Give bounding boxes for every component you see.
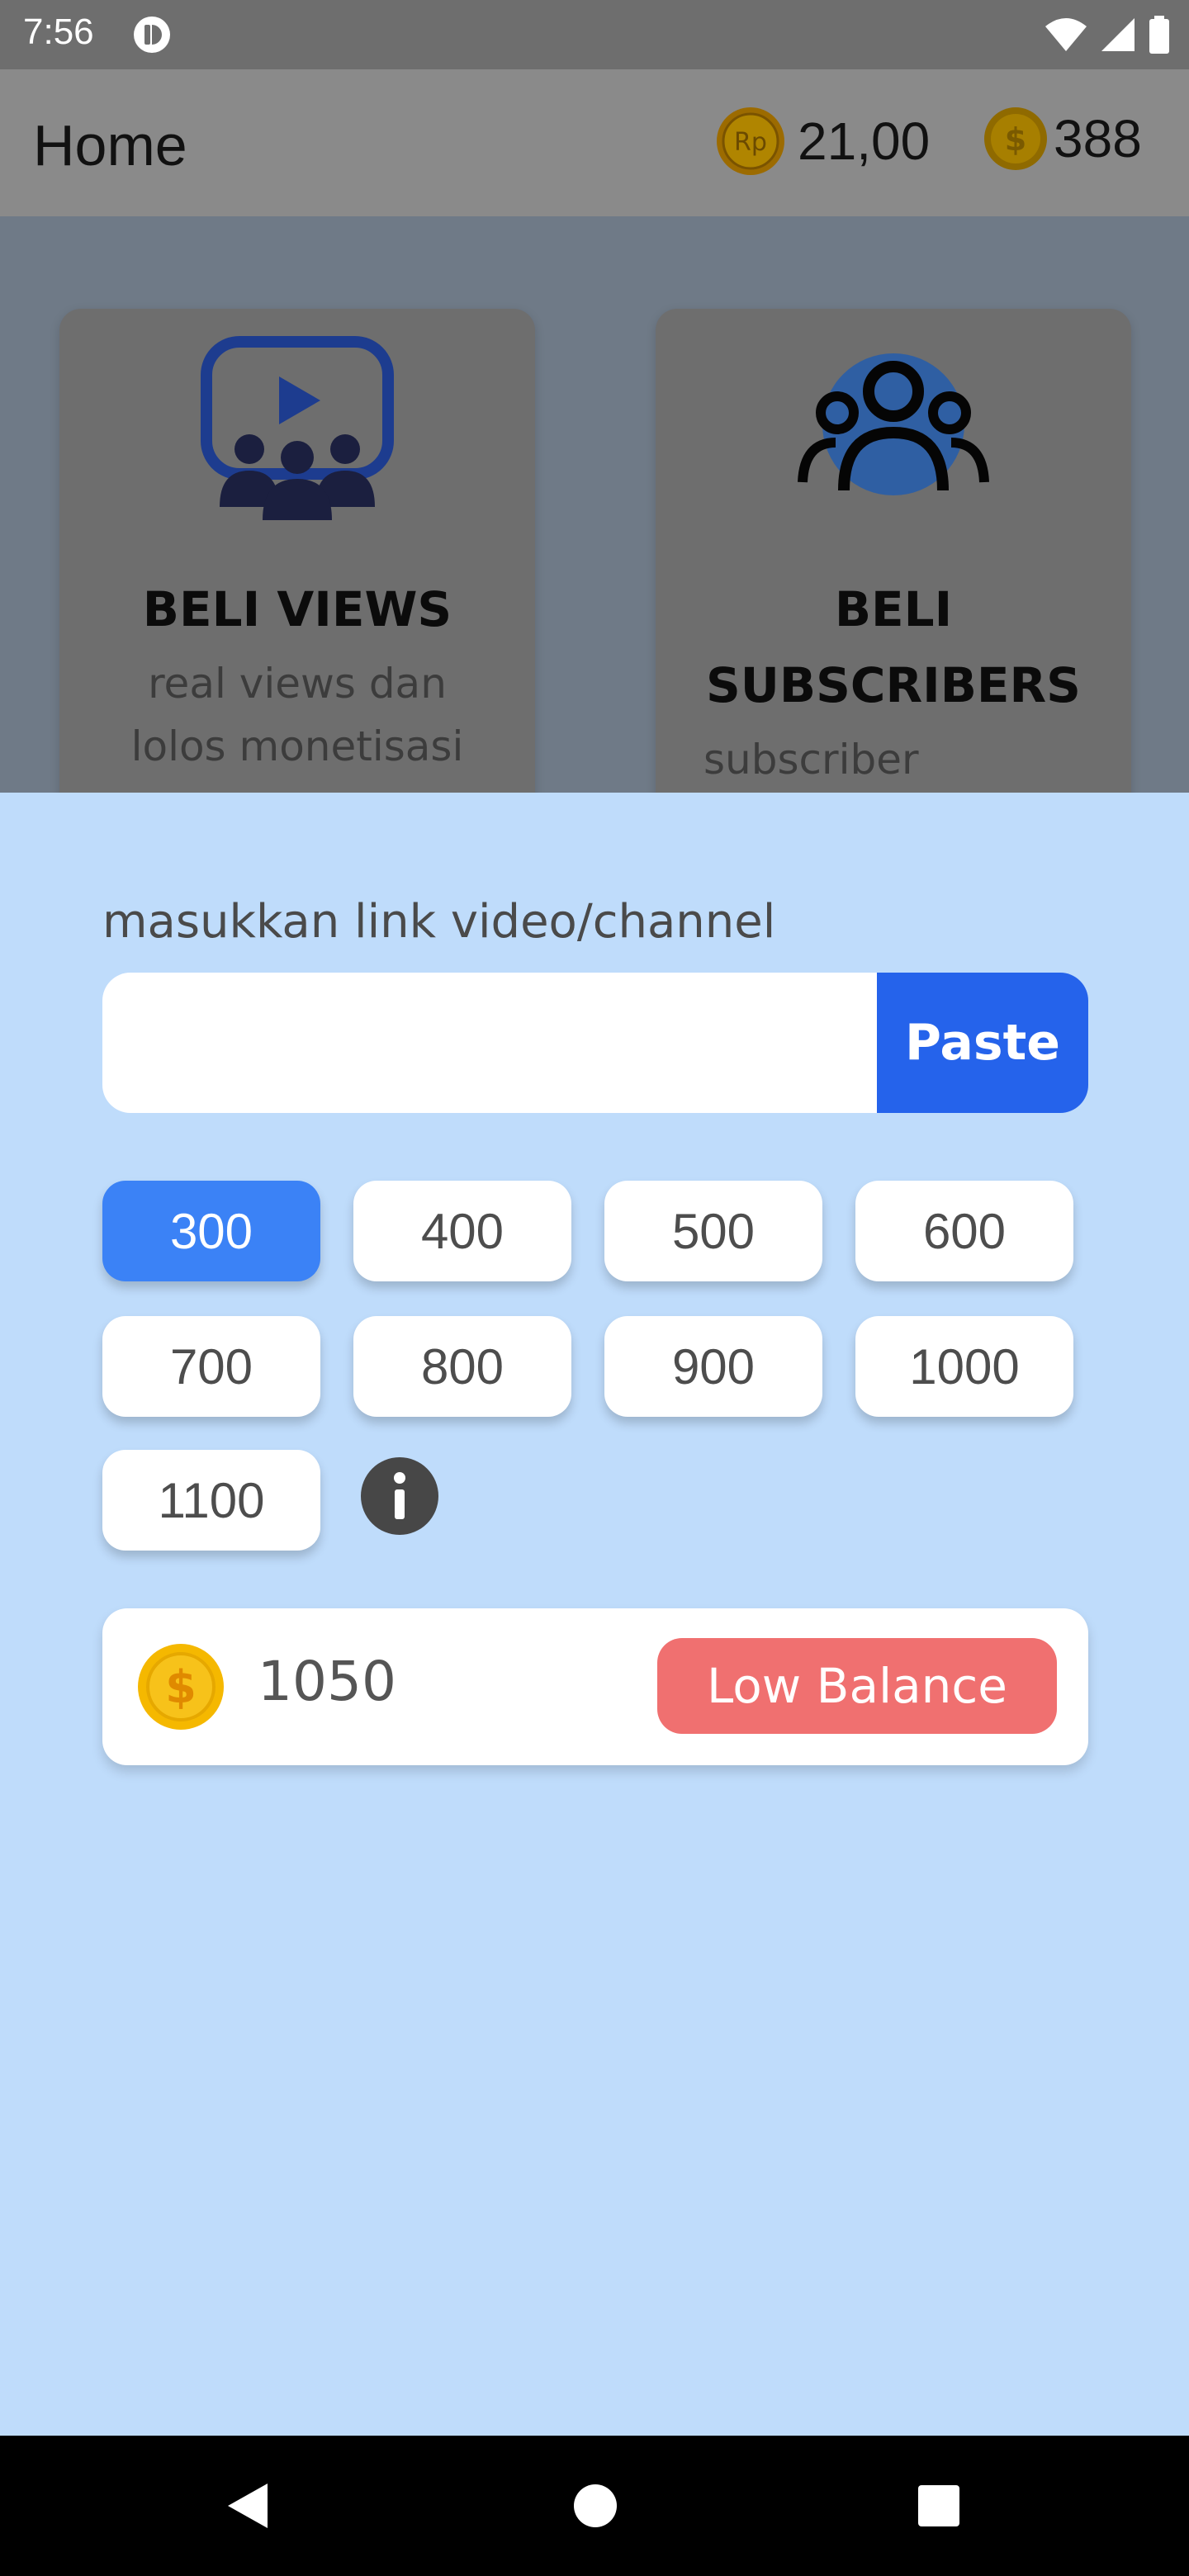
- amount-option-1100[interactable]: 1100: [102, 1450, 320, 1551]
- card-desc-line: lolos monetisasi: [130, 722, 464, 770]
- recents-icon[interactable]: [910, 2477, 968, 2535]
- rp-balance: Rp 21,00: [715, 106, 930, 177]
- card-title-line: SUBSCRIBERS: [706, 657, 1081, 713]
- amount-option-900[interactable]: 900: [604, 1316, 822, 1417]
- signal-icon: [1101, 18, 1135, 51]
- status-bar: 7:56: [0, 0, 1189, 69]
- app-bar: Home Rp 21,00 $ 388: [0, 69, 1189, 216]
- coin-balance: $ 388: [983, 106, 1142, 172]
- amount-option-300[interactable]: 300: [102, 1181, 320, 1281]
- dollar-coin-icon: $: [984, 107, 1047, 170]
- card-description: subscriber: [703, 736, 919, 784]
- svg-text:$: $: [1005, 121, 1026, 158]
- amount-option-600[interactable]: 600: [855, 1181, 1073, 1281]
- rp-balance-value: 21,00: [798, 111, 931, 171]
- cost-summary: $ 1050 Low Balance: [102, 1608, 1088, 1765]
- card-desc-line: real views dan: [148, 660, 447, 708]
- home-icon[interactable]: [566, 2477, 624, 2535]
- battery-icon: [1149, 16, 1169, 54]
- low-balance-button[interactable]: Low Balance: [657, 1638, 1057, 1734]
- amount-option-800[interactable]: 800: [353, 1316, 571, 1417]
- card-description: real views dan lolos monetisasi: [59, 652, 535, 778]
- home-content: BELI VIEWS real views dan lolos monetisa…: [0, 216, 1189, 793]
- amount-option-1000[interactable]: 1000: [855, 1316, 1073, 1417]
- card-title: BELI SUBSCRIBERS: [656, 570, 1131, 725]
- card-beli-views[interactable]: BELI VIEWS real views dan lolos monetisa…: [59, 309, 535, 793]
- video-audience-icon: [201, 336, 394, 520]
- app-notification-icon: [134, 17, 170, 53]
- system-navigation-bar: [0, 2436, 1189, 2576]
- amount-option-700[interactable]: 700: [102, 1316, 320, 1417]
- amount-option-400[interactable]: 400: [353, 1181, 571, 1281]
- dollar-coin-icon: $: [138, 1644, 224, 1730]
- card-title-line: BELI: [834, 581, 953, 637]
- rp-coin-icon: Rp: [717, 107, 784, 175]
- amount-option-500[interactable]: 500: [604, 1181, 822, 1281]
- svg-text:Rp: Rp: [734, 128, 767, 157]
- status-time: 7:56: [23, 12, 94, 52]
- link-input[interactable]: [102, 973, 877, 1113]
- card-title: BELI VIEWS: [142, 581, 452, 637]
- purchase-bottom-sheet: masukkan link video/channel Paste 300 40…: [0, 793, 1189, 2436]
- svg-text:$: $: [165, 1661, 197, 1713]
- back-icon[interactable]: [220, 2477, 277, 2535]
- page-title: Home: [33, 113, 187, 178]
- link-label: masukkan link video/channel: [102, 895, 776, 949]
- wifi-icon: [1045, 18, 1087, 51]
- coin-balance-value: 388: [1054, 109, 1142, 168]
- info-icon[interactable]: [360, 1456, 439, 1536]
- paste-button[interactable]: Paste: [877, 973, 1088, 1113]
- card-beli-subscribers[interactable]: BELI SUBSCRIBERS subscriber: [656, 309, 1131, 793]
- subscribers-group-icon: [798, 353, 989, 495]
- cost-value: 1050: [258, 1650, 396, 1713]
